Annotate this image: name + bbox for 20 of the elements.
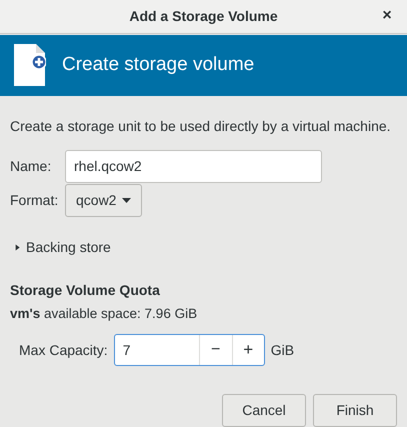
quota-heading: Storage Volume Quota — [10, 280, 161, 300]
window-title: Add a Storage Volume — [129, 6, 278, 26]
unit-label: GiB — [270, 340, 294, 360]
max-capacity-label: Max Capacity: — [19, 340, 108, 360]
dialog-button[interactable]: Cancel — [222, 394, 306, 427]
increment-button[interactable]: + — [232, 335, 264, 365]
dropdown-caret-icon — [122, 198, 132, 203]
name-input-field[interactable]: rhel.qcow2 — [65, 150, 322, 183]
format-dropdown[interactable]: qcow2 — [65, 184, 142, 217]
backing-store-expander[interactable]: Backing store — [15, 236, 111, 258]
close-button[interactable]: × — [377, 6, 397, 26]
dialog-button[interactable]: Finish — [313, 394, 397, 427]
new-document-icon — [14, 44, 46, 86]
available-space-text: vm's available space: 7.96 GiB — [10, 304, 198, 323]
capacity-spin-field[interactable]: 7 − + — [114, 334, 265, 366]
description-text: Create a storage unit to be used directly by a virtual machine. — [10, 116, 392, 136]
banner-title: Create storage volume — [62, 52, 254, 77]
format-label: Format: — [10, 190, 59, 210]
name-label: Name: — [10, 156, 52, 176]
decrement-button[interactable]: − — [198, 335, 232, 365]
